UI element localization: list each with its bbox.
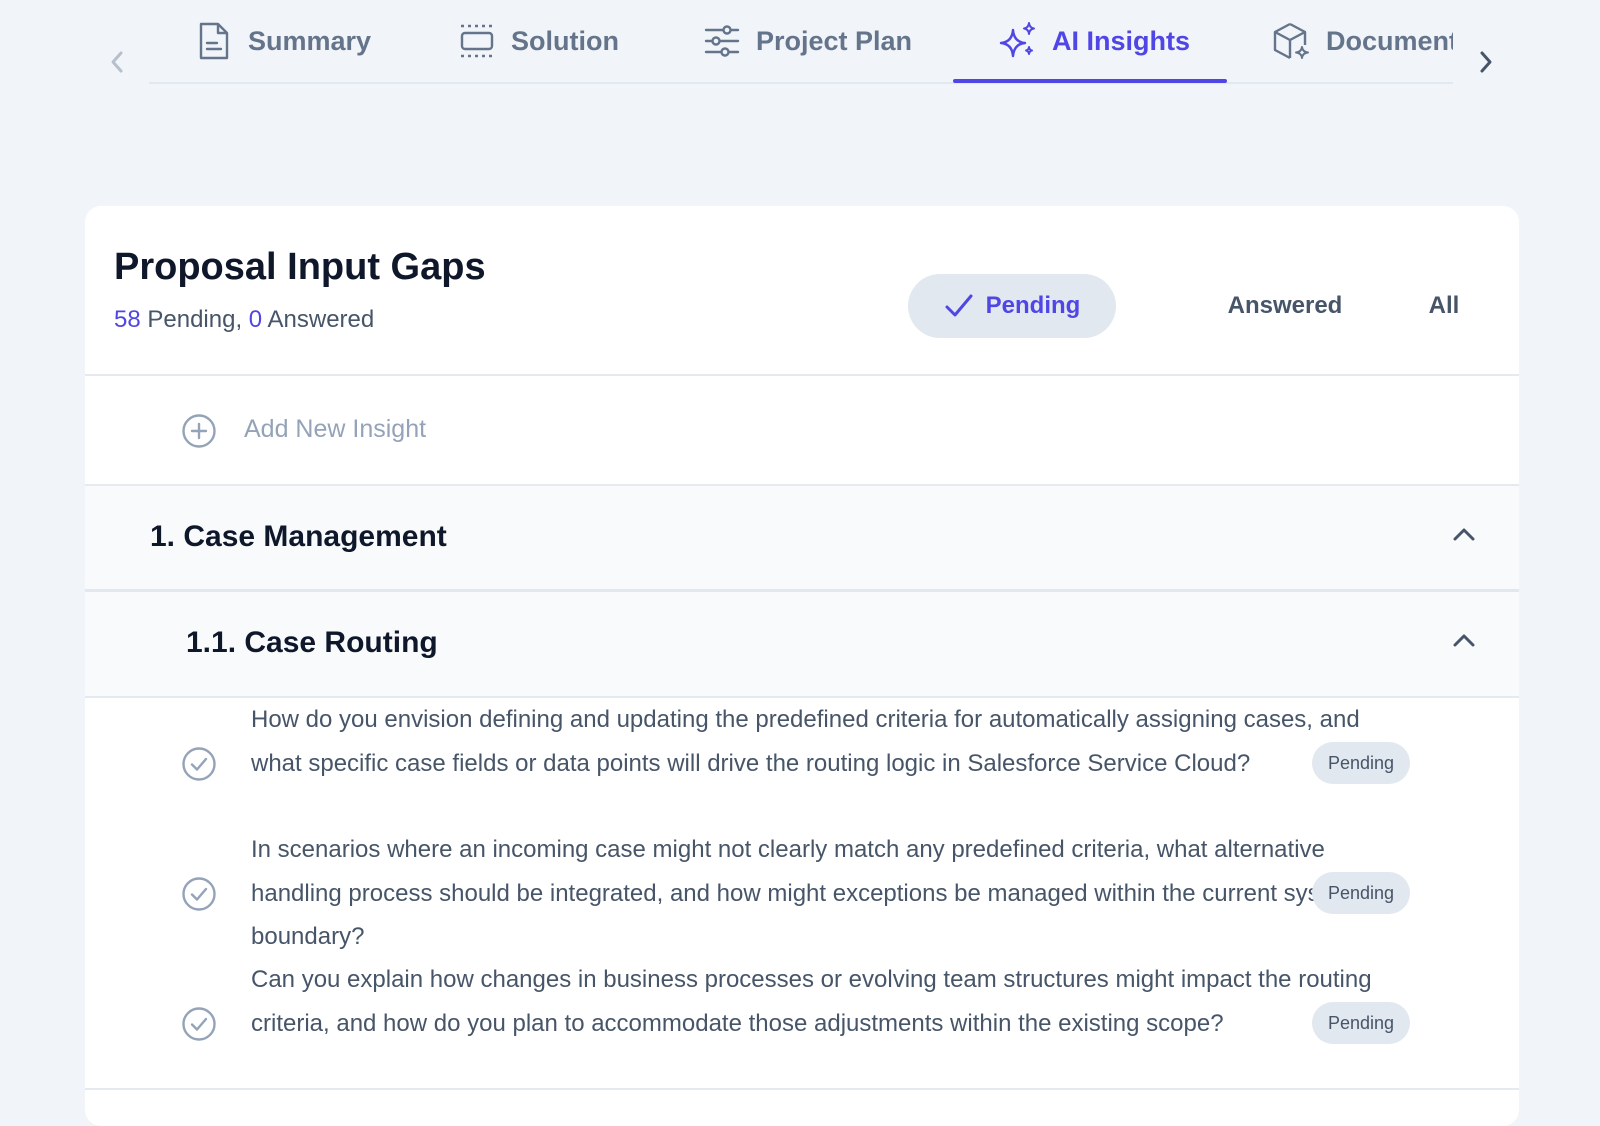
plus-circle-icon: [182, 414, 216, 448]
chevron-up-icon: [1453, 634, 1475, 647]
chevron-up-icon: [1453, 528, 1475, 541]
page-title: Proposal Input Gaps: [114, 246, 486, 288]
subsection-case-routing[interactable]: 1.1. Case Routing: [85, 592, 1519, 698]
answered-count: 0: [248, 306, 263, 333]
filter-all-label: All: [1428, 292, 1460, 319]
tab-project-plan[interactable]: Project Plan: [702, 0, 912, 82]
list-item[interactable]: In scenarios where an incoming case migh…: [85, 828, 1519, 958]
question-text: In scenarios where an incoming case migh…: [251, 836, 1360, 950]
add-new-insight-button[interactable]: Add New Insight: [85, 376, 1519, 486]
gap-counts: 58 Pending, 0 Answered: [114, 306, 374, 334]
section-title: 1. Case Management: [150, 520, 447, 553]
filter-answered-button[interactable]: Answered: [1205, 274, 1365, 338]
tab-document[interactable]: Document: [1272, 0, 1453, 82]
pending-count-label: Pending,: [147, 306, 243, 333]
answered-count-label: Answered: [267, 306, 375, 333]
tab-ai-insights[interactable]: AI Insights: [998, 0, 1190, 82]
filter-answered-label: Answered: [1227, 292, 1343, 319]
list-item[interactable]: Can you explain how changes in business …: [85, 958, 1519, 1088]
solution-frame-icon: [457, 21, 497, 61]
filter-pending-label: Pending: [985, 292, 1081, 319]
tab-label: Document: [1326, 25, 1453, 56]
status-badge: Pending: [1312, 1002, 1410, 1044]
tabs-scroll-right-button[interactable]: [1472, 44, 1500, 80]
status-badge: Pending: [1312, 872, 1410, 914]
question-text: Can you explain how changes in business …: [251, 966, 1372, 1037]
filter-all-button[interactable]: All: [1399, 274, 1489, 338]
active-tab-indicator: [953, 79, 1227, 83]
subsection-title: 1.1. Case Routing: [186, 626, 438, 659]
question-list: How do you envision defining and updatin…: [85, 698, 1519, 1090]
sliders-icon: [702, 21, 742, 61]
tab-label: Summary: [248, 25, 372, 56]
list-item[interactable]: How do you envision defining and updatin…: [85, 698, 1519, 828]
tabs-track: Summary Solution Project Plan AI Insight…: [149, 0, 1453, 84]
add-new-insight-label: Add New Insight: [244, 415, 427, 443]
proposal-input-gaps-card: Proposal Input Gaps 58 Pending, 0 Answer…: [85, 206, 1519, 1126]
chevron-left-icon: [111, 51, 123, 73]
chevron-right-icon: [1480, 51, 1492, 73]
check-circle-icon[interactable]: [181, 746, 217, 782]
tab-label: Project Plan: [756, 25, 913, 56]
check-circle-icon[interactable]: [181, 1006, 217, 1042]
checkmark-icon: [945, 294, 973, 317]
document-icon: [194, 21, 234, 61]
card-header: Proposal Input Gaps 58 Pending, 0 Answer…: [85, 206, 1519, 376]
check-circle-icon[interactable]: [181, 876, 217, 912]
pending-count: 58: [114, 306, 141, 333]
tab-label: Solution: [511, 25, 619, 56]
question-text: How do you envision defining and updatin…: [251, 706, 1360, 777]
sparkles-icon: [998, 21, 1038, 61]
section-case-management[interactable]: 1. Case Management: [85, 486, 1519, 592]
status-badge: Pending: [1312, 742, 1410, 784]
cube-sparkle-icon: [1272, 21, 1312, 61]
tab-summary[interactable]: Summary: [194, 0, 371, 82]
filter-pending-button[interactable]: Pending: [908, 274, 1116, 338]
tabs-scroll-left-button[interactable]: [103, 44, 131, 80]
tab-label: AI Insights: [1052, 25, 1191, 56]
tab-solution[interactable]: Solution: [457, 0, 619, 82]
tab-bar: Summary Solution Project Plan AI Insight…: [0, 0, 1600, 84]
